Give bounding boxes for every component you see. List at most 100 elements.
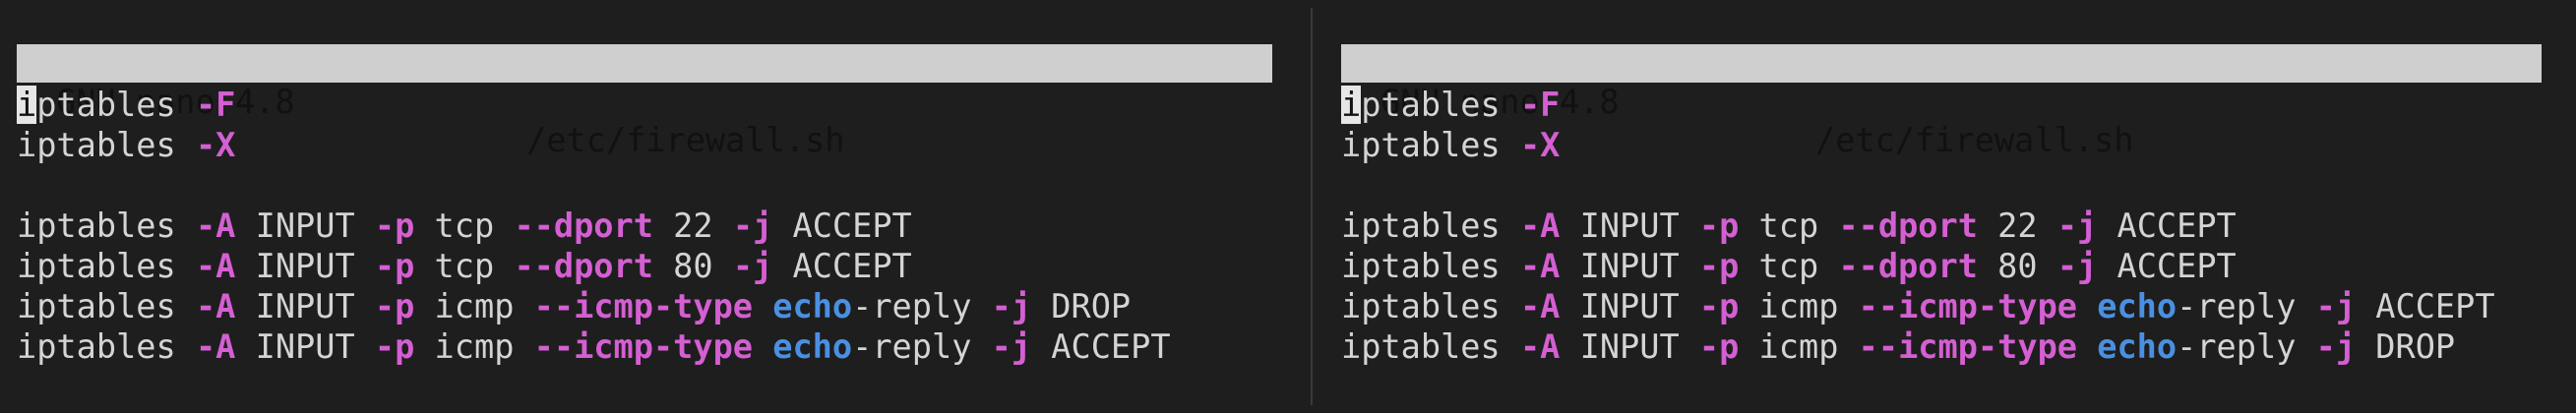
code-token: icmp — [1739, 327, 1859, 366]
command-flag: -A — [1519, 247, 1561, 285]
command-flag: --dport — [1838, 206, 1978, 245]
keyword-token: echo — [772, 287, 853, 325]
code-token: INPUT — [235, 247, 375, 285]
code-token: tcp — [1739, 206, 1839, 245]
terminal-pane-right[interactable]: GNU nano 4.8 /etc/firewall.sh iptables -… — [1314, 0, 2576, 413]
code-token: INPUT — [235, 287, 375, 325]
code-token: iptables — [17, 327, 196, 366]
code-token: INPUT — [1560, 206, 1699, 245]
command-flag: --dport — [514, 247, 653, 285]
text-cursor: i — [1341, 86, 1362, 124]
code-token: ptables — [36, 86, 196, 124]
command-flag: -p — [1698, 287, 1740, 325]
command-flag: -j — [2315, 287, 2357, 325]
code-line[interactable]: iptables -A INPUT -p icmp --icmp-type ec… — [17, 326, 1171, 367]
code-line[interactable]: iptables -A INPUT -p icmp --icmp-type ec… — [17, 286, 1171, 326]
command-flag: -p — [1698, 247, 1740, 285]
code-token: -reply — [852, 287, 992, 325]
pane-divider[interactable] — [1311, 8, 1313, 405]
code-token: ACCEPT — [2356, 287, 2495, 325]
command-flag: --icmp-type — [1858, 327, 2078, 366]
code-token: iptables — [1341, 287, 1520, 325]
command-flag: --dport — [514, 206, 653, 245]
code-token: -reply — [2177, 287, 2316, 325]
command-flag: -p — [1698, 206, 1740, 245]
code-token: -reply — [852, 327, 992, 366]
code-token: icmp — [414, 287, 534, 325]
code-token: DROP — [2356, 327, 2456, 366]
code-token: INPUT — [1560, 327, 1699, 366]
code-token: ACCEPT — [772, 206, 912, 245]
command-flag: -j — [2315, 327, 2357, 366]
code-token: tcp — [414, 206, 515, 245]
code-token: INPUT — [1560, 287, 1699, 325]
command-flag: --dport — [1838, 247, 1978, 285]
code-token: ACCEPT — [1031, 327, 1171, 366]
code-token: iptables — [1341, 327, 1520, 366]
command-flag: -A — [195, 327, 236, 366]
command-flag: -j — [732, 247, 773, 285]
code-line[interactable]: iptables -A INPUT -p tcp --dport 80 -j A… — [1341, 246, 2495, 286]
code-token: iptables — [1341, 206, 1520, 245]
code-token: 80 — [1977, 247, 2057, 285]
command-flag: -A — [195, 206, 236, 245]
terminal-pane-left[interactable]: GNU nano 4.8 /etc/firewall.sh iptables -… — [0, 0, 1289, 413]
code-token: ACCEPT — [2097, 247, 2237, 285]
code-token: iptables — [17, 206, 196, 245]
code-token: 80 — [652, 247, 733, 285]
command-flag: -j — [2056, 206, 2098, 245]
code-line[interactable]: iptables -A INPUT -p tcp --dport 22 -j A… — [1341, 206, 2495, 246]
code-line[interactable]: iptables -F — [17, 85, 1171, 125]
code-line[interactable]: iptables -X — [1341, 125, 2495, 165]
code-line[interactable] — [1341, 165, 2495, 206]
code-line[interactable]: iptables -A INPUT -p icmp --icmp-type ec… — [1341, 286, 2495, 326]
command-flag: -p — [374, 206, 415, 245]
code-line[interactable]: iptables -X — [17, 125, 1171, 165]
command-flag: -X — [1519, 126, 1561, 164]
code-line[interactable] — [17, 165, 1171, 206]
command-flag: -j — [991, 287, 1032, 325]
code-token: iptables — [1341, 247, 1520, 285]
code-line[interactable]: iptables -A INPUT -p tcp --dport 22 -j A… — [17, 206, 1171, 246]
command-flag: -F — [1519, 86, 1561, 124]
text-cursor: i — [17, 86, 37, 124]
command-flag: --icmp-type — [533, 327, 754, 366]
keyword-token: echo — [772, 327, 853, 366]
command-flag: -j — [991, 327, 1032, 366]
code-token: 22 — [1977, 206, 2057, 245]
code-token: INPUT — [235, 327, 375, 366]
editor-buffer[interactable]: iptables -F iptables -X iptables -A INPUT… — [1341, 85, 2495, 367]
code-line[interactable]: iptables -A INPUT -p tcp --dport 80 -j A… — [17, 246, 1171, 286]
code-token: iptables — [17, 287, 196, 325]
command-flag: -p — [374, 327, 415, 366]
command-flag: -j — [2056, 247, 2098, 285]
code-line[interactable]: iptables -A INPUT -p icmp --icmp-type ec… — [1341, 326, 2495, 367]
command-flag: -A — [1519, 206, 1561, 245]
code-line[interactable]: iptables -F — [1341, 85, 2495, 125]
command-flag: --icmp-type — [1858, 287, 2078, 325]
nano-titlebar: GNU nano 4.8 /etc/firewall.sh — [1341, 44, 2542, 159]
code-token: iptables — [17, 247, 196, 285]
code-token: INPUT — [1560, 247, 1699, 285]
command-flag: -A — [195, 247, 236, 285]
command-flag: -A — [195, 287, 236, 325]
command-flag: -j — [732, 206, 773, 245]
code-token: INPUT — [235, 206, 375, 245]
code-token: icmp — [414, 327, 534, 366]
code-token: tcp — [1739, 247, 1839, 285]
keyword-token: echo — [2097, 327, 2177, 366]
code-token: icmp — [1739, 287, 1859, 325]
command-flag: --icmp-type — [533, 287, 754, 325]
command-flag: -p — [374, 247, 415, 285]
code-token: -reply — [2177, 327, 2316, 366]
code-token: tcp — [414, 247, 515, 285]
code-token: 22 — [652, 206, 733, 245]
command-flag: -A — [1519, 327, 1561, 366]
editor-buffer[interactable]: iptables -F iptables -X iptables -A INPUT… — [17, 85, 1171, 367]
command-flag: -p — [374, 287, 415, 325]
code-token: ACCEPT — [772, 247, 912, 285]
